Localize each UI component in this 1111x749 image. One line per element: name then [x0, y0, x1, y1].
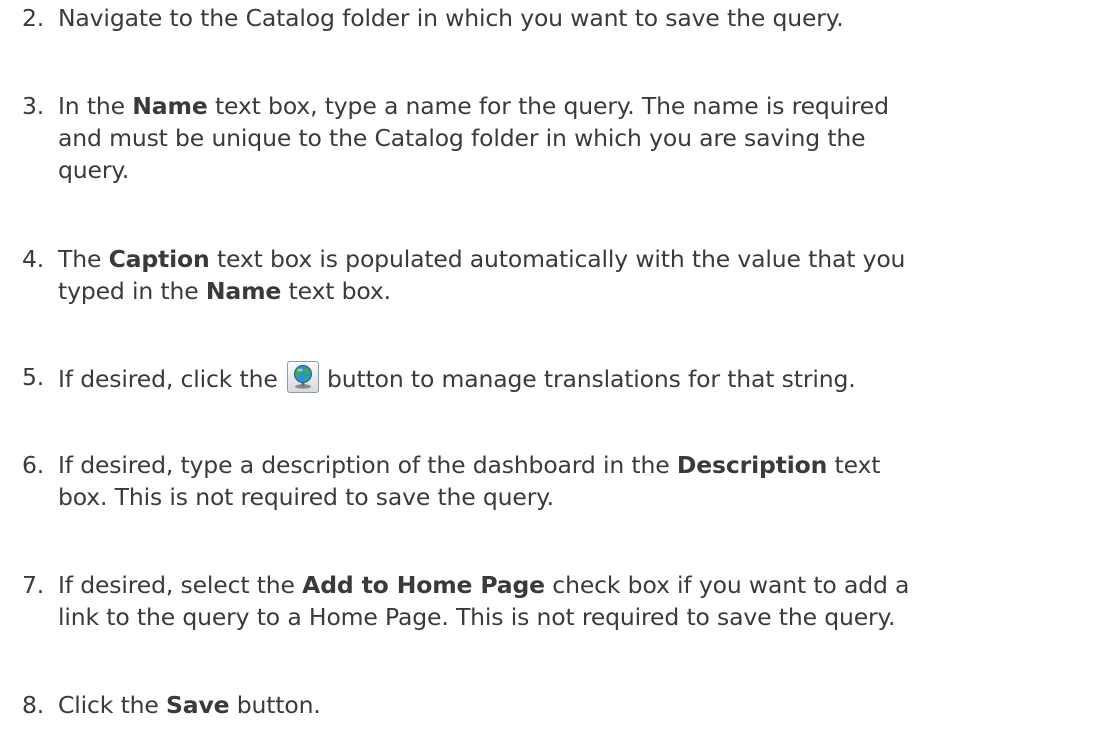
description-term: Description — [676, 451, 828, 479]
step-2: 2. Navigate to the Catalog folder in whi… — [22, 2, 1107, 34]
step-text: If desired, type a description of the da… — [58, 451, 881, 511]
step-text: Navigate to the Catalog folder in which … — [58, 4, 844, 32]
translation-button — [287, 361, 319, 393]
step-text: Click the Save button. — [58, 691, 321, 719]
step-6: 6. If desired, type a description of the… — [22, 449, 1107, 513]
step-text: If desired, select the Add to Home Page … — [58, 571, 910, 631]
caption-term: Caption — [108, 245, 210, 273]
name-term: Name — [205, 277, 282, 305]
add-to-home-page-term: Add to Home Page — [302, 571, 545, 599]
step-text: The Caption text box is populated automa… — [58, 245, 906, 305]
step-number: 7. — [22, 571, 45, 599]
step-5: 5. If desired, click the button to manag… — [22, 361, 1107, 395]
step-text: In the Name text box, type a name for th… — [58, 92, 889, 184]
step-4: 4. The Caption text box is populated aut… — [22, 243, 1107, 307]
step-number: 4. — [22, 245, 45, 273]
name-term: Name — [132, 92, 208, 120]
step-number: 3. — [22, 92, 45, 120]
step-3: 3. In the Name text box, type a name for… — [22, 90, 1107, 186]
step-8: 8. Click the Save button. — [22, 689, 1107, 721]
step-number: 2. — [22, 4, 45, 32]
step-number: 6. — [22, 451, 45, 479]
step-number: 5. — [22, 363, 45, 391]
step-text: If desired, click the button to manage t… — [58, 361, 1107, 395]
globe-icon — [294, 365, 312, 389]
step-7: 7. If desired, select the Add to Home Pa… — [22, 569, 1107, 633]
step-number: 8. — [22, 691, 45, 719]
save-term: Save — [166, 691, 230, 719]
